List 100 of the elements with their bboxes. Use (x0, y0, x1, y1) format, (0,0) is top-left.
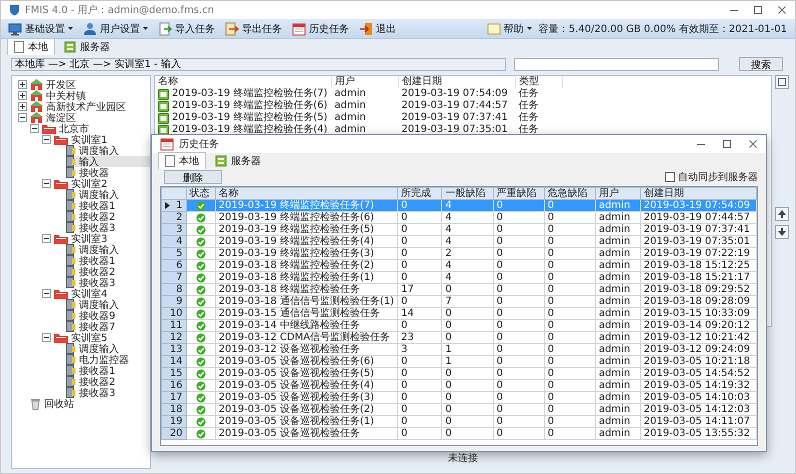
table-cell: 2019-03-05 14:54:52 (640, 368, 756, 380)
column-header[interactable]: 创建日期 (640, 188, 756, 200)
tree-item[interactable]: 接收器 (66, 167, 150, 178)
move-down-button[interactable] (775, 225, 789, 239)
tree-item[interactable]: 接收器3 (66, 387, 150, 398)
tree-item[interactable]: 实训室5 (54, 332, 150, 343)
check-icon (196, 200, 206, 210)
table-cell: admin (595, 392, 640, 404)
search-field[interactable] (514, 58, 719, 70)
table-cell: 2019-03-18 15:21:17 (640, 272, 756, 284)
column-header[interactable]: 严重缺陷 (493, 188, 544, 200)
tree-item[interactable]: 调度输入 (66, 244, 150, 255)
expand-icon[interactable] (18, 91, 27, 100)
tab[interactable]: 本地 (158, 152, 206, 169)
tree-item[interactable]: 回收站 (30, 398, 150, 409)
table-cell: 2019-03-05 13:55:32 (640, 428, 756, 440)
table-cell: 0 (544, 236, 596, 248)
tree-item[interactable]: 实训室3 (54, 233, 150, 244)
expand-icon[interactable] (18, 80, 27, 89)
column-header[interactable]: 所完成 (398, 188, 442, 200)
table-cell: 2019-03-19 07:22:19 (640, 248, 756, 260)
column-header[interactable]: 危急缺陷 (544, 188, 596, 200)
tree-item[interactable]: 接收器3 (66, 222, 150, 233)
help-button[interactable]: 帮助 (484, 20, 535, 36)
page-icon (14, 41, 24, 53)
toolbar-button[interactable]: 历史任务 (289, 20, 352, 36)
collapse-icon[interactable] (42, 234, 51, 243)
tree-item[interactable]: 开发区 (30, 79, 150, 90)
collapse-icon[interactable] (42, 289, 51, 298)
tree-item[interactable]: 海淀区 (30, 112, 150, 123)
tree-item[interactable]: 实训室2 (54, 178, 150, 189)
column-header[interactable]: 用户 (595, 188, 640, 200)
tree-item[interactable]: 中关村镇 (30, 90, 150, 101)
toolbar-button[interactable]: 导入任务 (155, 20, 218, 36)
sync-checkbox[interactable]: 自动同步到服务器 (665, 170, 758, 184)
tab[interactable]: 服务器 (208, 152, 268, 169)
toolbar-button[interactable]: 基础设置 (5, 20, 76, 36)
close-icon[interactable] (748, 139, 758, 149)
maximize-icon[interactable] (753, 5, 763, 15)
search-button[interactable]: 搜索 (739, 57, 783, 71)
panel-button[interactable] (775, 75, 789, 89)
collapse-icon[interactable] (42, 333, 51, 342)
table-cell: admin (595, 344, 640, 356)
device-icon (66, 222, 76, 233)
tree-item[interactable]: 接收器2 (66, 266, 150, 277)
check-icon (196, 248, 206, 258)
tree-item[interactable]: 调度输入 (66, 343, 150, 354)
device-icon (66, 354, 76, 365)
tree-item[interactable]: 电力监控器 (66, 354, 150, 365)
user-icon (83, 22, 97, 36)
tree-item[interactable]: 实训室4 (54, 288, 150, 299)
column-header[interactable]: 类型 (516, 76, 562, 88)
collapse-icon[interactable] (18, 113, 27, 122)
toolbar-button[interactable]: 用户设置 (80, 20, 151, 36)
delete-button[interactable]: 删除 (164, 170, 222, 184)
column-header[interactable]: 名称 (215, 188, 398, 200)
folder-icon (54, 288, 68, 298)
tree-item[interactable]: 接收器7 (66, 321, 150, 332)
tree-item[interactable]: 接收器9 (66, 310, 150, 321)
maximize-icon[interactable] (722, 139, 732, 149)
toolbar-button[interactable]: 退出 (356, 20, 399, 36)
tree-item[interactable]: 实训室1 (54, 134, 150, 145)
close-icon[interactable] (777, 5, 787, 15)
table-cell: 2019-03-18 通信信号监测检验任务(1) (215, 296, 398, 308)
collapse-icon[interactable] (42, 135, 51, 144)
column-header[interactable]: 状态 (186, 188, 216, 200)
table-cell-text: 2019-03-19 终端监控检验任务(5) (172, 112, 328, 124)
tab[interactable]: 本地 (7, 38, 55, 55)
tree-item[interactable]: 接收器2 (66, 211, 150, 222)
column-header[interactable]: 一般缺陷 (442, 188, 494, 200)
toolbar-button[interactable]: 导出任务 (222, 20, 285, 36)
expand-icon[interactable] (18, 102, 27, 111)
tree-item[interactable]: 调度输入 (66, 189, 150, 200)
move-up-button[interactable] (775, 207, 789, 221)
tree-item[interactable]: 接收器1 (66, 200, 150, 211)
table-cell: 0 (398, 248, 442, 260)
table-cell: 0 (544, 284, 596, 296)
tab[interactable]: 服务器 (57, 38, 117, 55)
tree-item[interactable]: 输入 (66, 156, 150, 167)
table-cell-text: 任务 (518, 112, 540, 124)
connection-status: 未连接 (448, 452, 478, 465)
license-status: 容量：5.40/20.00 GB 0.00% 有效期至：2021-01-01 (538, 22, 788, 36)
table-cell-text: 2019-03-19 终端监控检验任务(6) (172, 100, 328, 112)
tree-item[interactable]: 调度输入 (66, 145, 150, 156)
path-field[interactable]: 本地库 —> 北京 —> 实训室1 - 输入 (11, 58, 506, 70)
tree-item[interactable]: 接收器3 (66, 277, 150, 288)
collapse-icon[interactable] (30, 124, 39, 133)
table-cell: 0 (544, 332, 596, 344)
collapse-icon[interactable] (42, 179, 51, 188)
column-header[interactable]: 创建日期 (398, 76, 516, 88)
tree-item[interactable]: 高新技术产业园区 (30, 101, 150, 112)
table-cell: 2019-03-19 终端监控检验任务(3) (215, 248, 398, 260)
tree-item[interactable]: 调度输入 (66, 299, 150, 310)
tree-item[interactable]: 北京市 (42, 123, 150, 134)
tree-item[interactable]: 接收器1 (66, 365, 150, 376)
tree-item[interactable]: 接收器2 (66, 376, 150, 387)
row-number: 11 (170, 320, 183, 331)
table-cell: 2019-03-18 终端监控检验任务(1) (215, 272, 398, 284)
tree-item[interactable]: 接收器1 (66, 255, 150, 266)
column-header[interactable]: 名称 (155, 76, 332, 88)
